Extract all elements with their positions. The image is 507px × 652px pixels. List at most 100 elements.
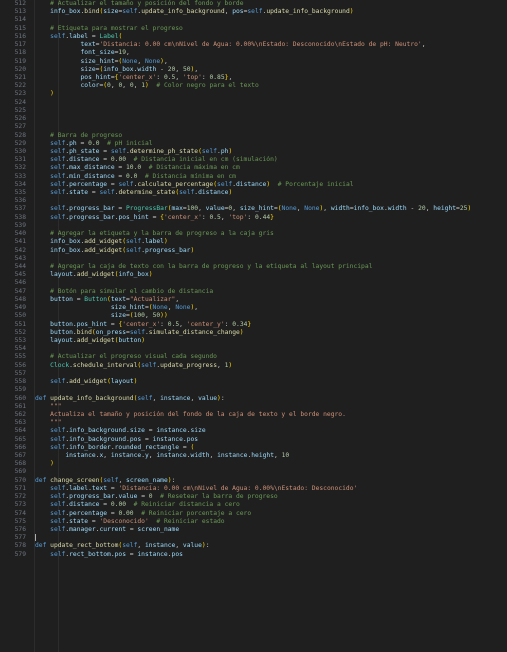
code-line[interactable]: 577 bbox=[0, 534, 507, 542]
code-line[interactable]: 534 self.percentage = self.calculate_per… bbox=[0, 181, 507, 189]
code-line[interactable]: 552 button.bind(on_press=self.simulate_d… bbox=[0, 329, 507, 337]
code-line[interactable]: 557 bbox=[0, 370, 507, 378]
code-text[interactable]: # Botón para simular el cambio de distan… bbox=[35, 288, 213, 296]
code-line[interactable]: 562 Actualiza el tamaño y posición del f… bbox=[0, 411, 507, 419]
code-line[interactable]: 529 self.ph = 0.0 # pH inicial bbox=[0, 140, 507, 148]
code-line[interactable]: 548 button = Button(text="Actualizar", bbox=[0, 296, 507, 304]
code-line[interactable]: 576 self.manager.current = screen_name bbox=[0, 526, 507, 534]
code-line[interactable]: 524 bbox=[0, 99, 507, 107]
code-text[interactable]: """ bbox=[35, 419, 61, 427]
code-text[interactable]: pos_hint={'center_x': 0.5, 'top': 0.85}, bbox=[35, 74, 232, 82]
code-text[interactable]: text='Distancia: 0.00 cm\nNivel de Agua:… bbox=[35, 41, 425, 49]
code-text[interactable]: self.add_widget(layout) bbox=[35, 378, 137, 386]
code-line[interactable]: 556 Clock.schedule_interval(self.update_… bbox=[0, 362, 507, 370]
code-text[interactable]: ) bbox=[35, 460, 54, 468]
code-text[interactable]: size_hint=(None, None), bbox=[35, 58, 167, 66]
code-line[interactable]: 527 bbox=[0, 123, 507, 131]
code-line[interactable]: 559 bbox=[0, 386, 507, 394]
code-text[interactable]: self.manager.current = screen_name bbox=[35, 526, 179, 534]
code-text[interactable]: ) bbox=[35, 90, 54, 98]
code-text[interactable]: # Actualizar el tamaño y posición del fo… bbox=[35, 0, 243, 8]
code-line[interactable]: 579 self.rect_bottom.pos = instance.pos bbox=[0, 551, 507, 559]
code-line[interactable]: 553 layout.add_widget(button) bbox=[0, 337, 507, 345]
code-line[interactable]: 536 bbox=[0, 197, 507, 205]
code-text[interactable]: # Agregar la etiqueta y la barra de prog… bbox=[35, 230, 274, 238]
code-line[interactable]: 543 bbox=[0, 255, 507, 263]
code-text[interactable]: self.percentage = self.calculate_percent… bbox=[35, 181, 353, 189]
code-line[interactable]: 551 button.pos_hint = {'center_x': 0.5, … bbox=[0, 321, 507, 329]
code-line[interactable]: 547 # Botón para simular el cambio de di… bbox=[0, 288, 507, 296]
code-text[interactable]: info_box.add_widget(self.label) bbox=[35, 238, 168, 246]
code-line[interactable]: 575 self.state = 'Desconocido' # Reinici… bbox=[0, 518, 507, 526]
code-line[interactable]: 573 self.distance = 0.00 # Reiniciar dis… bbox=[0, 501, 507, 509]
code-line[interactable]: 541 info_box.add_widget(self.label) bbox=[0, 238, 507, 246]
code-line[interactable]: 569 bbox=[0, 468, 507, 476]
code-line[interactable]: 538 self.progress_bar.pos_hint = {'cente… bbox=[0, 214, 507, 222]
code-line[interactable]: 566 self.info_border.rounded_rectangle =… bbox=[0, 444, 507, 452]
code-line[interactable]: 549 size_hint=(None, None), bbox=[0, 304, 507, 312]
code-text[interactable]: self.info_background.pos = instance.pos bbox=[35, 436, 198, 444]
code-text[interactable]: info_box.add_widget(self.progress_bar) bbox=[35, 247, 194, 255]
code-line[interactable]: 525 bbox=[0, 107, 507, 115]
code-line[interactable]: 567 instance.x, instance.y, instance.wid… bbox=[0, 452, 507, 460]
code-text[interactable]: # Etiqueta para mostrar el progreso bbox=[35, 25, 183, 33]
code-line[interactable]: 535 self.state = self.determine_state(se… bbox=[0, 189, 507, 197]
code-line[interactable]: 561 """ bbox=[0, 403, 507, 411]
code-text[interactable]: def update_rect_bottom(self, instance, v… bbox=[35, 542, 209, 550]
code-text[interactable]: size=(100, 50)) bbox=[35, 312, 168, 320]
code-line[interactable]: 522 color=(0, 0, 0, 1) # Color negro par… bbox=[0, 82, 507, 90]
code-text[interactable]: font_size=19, bbox=[35, 49, 129, 57]
code-text[interactable]: button.bind(on_press=self.simulate_dista… bbox=[35, 329, 243, 337]
code-text[interactable]: instance.x, instance.y, instance.width, … bbox=[35, 452, 289, 460]
code-text[interactable]: self.rect_bottom.pos = instance.pos bbox=[35, 551, 183, 559]
code-line[interactable]: 518 font_size=19, bbox=[0, 49, 507, 57]
code-text[interactable]: self.label = Label( bbox=[35, 33, 122, 41]
code-line[interactable]: 550 size=(100, 50)) bbox=[0, 312, 507, 320]
code-line[interactable]: 528 # Barra de progreso bbox=[0, 132, 507, 140]
code-line[interactable]: 513 info_box.bind(size=self.update_info_… bbox=[0, 8, 507, 16]
code-text[interactable]: info_box.bind(size=self.update_info_back… bbox=[35, 8, 353, 16]
code-line[interactable]: 533 self.min_distance = 0.0 # Distancia … bbox=[0, 173, 507, 181]
code-line[interactable]: 537 self.progress_bar = ProgressBar(max=… bbox=[0, 205, 507, 213]
code-line[interactable]: 554 bbox=[0, 345, 507, 353]
code-text[interactable]: Clock.schedule_interval(self.update_prog… bbox=[35, 362, 232, 370]
code-line[interactable]: 539 bbox=[0, 222, 507, 230]
code-text[interactable]: self.state = 'Desconocido' # Reiniciar e… bbox=[35, 518, 224, 526]
code-text[interactable]: size=(info_box.width - 20, 50), bbox=[35, 66, 198, 74]
code-editor[interactable]: 512 # Actualizar el tamaño y posición de… bbox=[0, 0, 507, 652]
code-line[interactable]: 545 layout.add_widget(info_box) bbox=[0, 271, 507, 279]
code-line[interactable]: 532 self.max_distance = 10.0 # Distancia… bbox=[0, 164, 507, 172]
code-line[interactable]: 521 pos_hint={'center_x': 0.5, 'top': 0.… bbox=[0, 74, 507, 82]
code-text[interactable]: self.label.text = 'Distancia: 0.00 cm\nN… bbox=[35, 485, 357, 493]
code-text[interactable]: Actualiza el tamaño y posición del fondo… bbox=[35, 411, 346, 419]
code-text[interactable]: self.ph = 0.0 # pH inicial bbox=[35, 140, 152, 148]
code-text[interactable]: self.info_border.rounded_rectangle = ( bbox=[35, 444, 194, 452]
code-line[interactable]: 564 self.info_background.size = instance… bbox=[0, 427, 507, 435]
code-text[interactable]: # Barra de progreso bbox=[35, 132, 122, 140]
code-line[interactable]: 515 # Etiqueta para mostrar el progreso bbox=[0, 25, 507, 33]
code-text[interactable]: layout.add_widget(info_box) bbox=[35, 271, 152, 279]
code-line[interactable]: 578 def update_rect_bottom(self, instance… bbox=[0, 542, 507, 550]
code-line[interactable]: 514 bbox=[0, 16, 507, 24]
code-text[interactable]: button = Button(text="Actualizar", bbox=[35, 296, 179, 304]
code-line[interactable]: 565 self.info_background.pos = instance.… bbox=[0, 436, 507, 444]
code-text[interactable]: self.min_distance = 0.0 # Distancia míni… bbox=[35, 173, 236, 181]
code-text[interactable]: self.info_background.size = instance.siz… bbox=[35, 427, 206, 435]
code-text[interactable]: # Actualizar el progreso visual cada seg… bbox=[35, 353, 217, 361]
code-line[interactable]: 544 # Agregar la caja de texto con la ba… bbox=[0, 263, 507, 271]
code-text[interactable]: self.progress_bar.value = 0 # Resetear l… bbox=[35, 493, 278, 501]
code-line[interactable]: 572 self.progress_bar.value = 0 # Resete… bbox=[0, 493, 507, 501]
code-line[interactable]: 563 """ bbox=[0, 419, 507, 427]
code-line[interactable]: 512 # Actualizar el tamaño y posición de… bbox=[0, 0, 507, 8]
code-text[interactable]: button.pos_hint = {'center_x': 0.5, 'cen… bbox=[35, 321, 251, 329]
code-line[interactable]: 574 self.percentage = 0.00 # Reiniciar p… bbox=[0, 510, 507, 518]
code-line[interactable]: 568 ) bbox=[0, 460, 507, 468]
code-text[interactable]: def change_screen(self, screen_name): bbox=[35, 477, 175, 485]
code-text[interactable]: self.ph_state = self.determine_ph_state(… bbox=[35, 148, 232, 156]
code-text[interactable]: """ bbox=[35, 403, 61, 411]
code-line[interactable]: 516 self.label = Label( bbox=[0, 33, 507, 41]
code-line[interactable]: 542 info_box.add_widget(self.progress_ba… bbox=[0, 247, 507, 255]
code-line[interactable]: 560 def update_info_background(self, inst… bbox=[0, 395, 507, 403]
code-line[interactable]: 520 size=(info_box.width - 20, 50), bbox=[0, 66, 507, 74]
code-line[interactable]: 555 # Actualizar el progreso visual cada… bbox=[0, 353, 507, 361]
